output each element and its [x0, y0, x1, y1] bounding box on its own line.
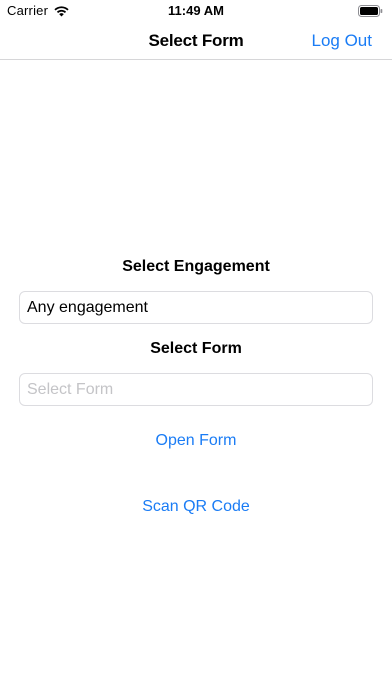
engagement-value: Any engagement	[27, 298, 148, 316]
status-bar: Carrier 11:49 AM	[0, 0, 392, 22]
select-form-label: Select Form	[150, 340, 242, 357]
status-time: 11:49 AM	[168, 3, 224, 18]
open-form-button[interactable]: Open Form	[0, 432, 392, 450]
navigation-bar: Select Form Log Out	[0, 22, 392, 60]
select-form-screen: Carrier 11:49 AM Select Form Log Out Sel…	[0, 0, 392, 696]
form-field[interactable]	[19, 373, 373, 406]
engagement-field[interactable]: Any engagement	[19, 291, 373, 324]
scan-qr-code-button[interactable]: Scan QR Code	[0, 498, 392, 516]
form-input[interactable]	[27, 380, 372, 399]
select-engagement-label: Select Engagement	[122, 258, 270, 275]
log-out-button[interactable]: Log Out	[312, 31, 373, 51]
battery-icon	[358, 5, 383, 17]
